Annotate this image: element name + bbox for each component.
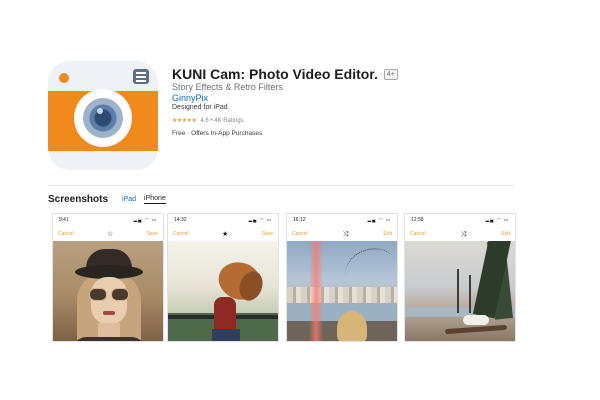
age-rating-badge: 4+ bbox=[383, 68, 398, 80]
app-icon bbox=[48, 61, 158, 170]
divider bbox=[48, 185, 514, 186]
save-button[interactable]: Save bbox=[147, 231, 158, 237]
status-icons: ▂▄ ◠ ▭ bbox=[133, 217, 157, 222]
screenshot-photo bbox=[168, 241, 278, 341]
rating-stars-icon: ★★★★★ bbox=[172, 118, 197, 124]
cancel-button[interactable]: Cancel bbox=[292, 231, 308, 237]
rating-row: ★★★★★ 4.6 • 4K Ratings bbox=[172, 117, 244, 125]
status-time: 12:58 bbox=[411, 217, 424, 223]
tab-ipad[interactable]: iPad bbox=[122, 196, 136, 204]
status-time: 14:32 bbox=[174, 217, 187, 223]
cancel-button[interactable]: Cancel bbox=[410, 231, 426, 237]
shuffle-icon[interactable]: ⤨ bbox=[343, 231, 349, 238]
shuffle-icon[interactable]: ⤨ bbox=[461, 231, 467, 238]
star-outline-icon[interactable]: ☆ bbox=[107, 231, 113, 238]
screenshot-3[interactable]: 16:12 ▂▄ ◠ ▭ Cancel ⤨ Edit bbox=[286, 213, 398, 342]
screenshot-photo bbox=[287, 241, 397, 341]
screenshots-header: Screenshots iPad iPhone bbox=[48, 194, 174, 205]
star-filled-icon[interactable]: ★ bbox=[222, 231, 228, 238]
status-icons: ▂▄ ◠ ▭ bbox=[248, 217, 272, 222]
status-icons: ▂▄ ◠ ▭ bbox=[485, 217, 509, 222]
rating-text: 4.6 • 4K Ratings bbox=[200, 117, 244, 124]
developer-link[interactable]: GinnyPix bbox=[172, 93, 208, 103]
edit-button[interactable]: Edit bbox=[383, 231, 392, 237]
screenshot-photo bbox=[53, 241, 163, 341]
price-label: Free · Offers In-App Purchases bbox=[172, 130, 263, 137]
screenshot-2[interactable]: 14:32 ▂▄ ◠ ▭ Cancel ★ Save bbox=[167, 213, 279, 342]
cancel-button[interactable]: Cancel bbox=[58, 231, 74, 237]
status-time: 16:12 bbox=[293, 217, 306, 223]
status-time: 9:41 bbox=[59, 217, 69, 223]
app-subtitle: Story Effects & Retro Filters bbox=[172, 82, 283, 92]
designed-for-label: Designed for iPad bbox=[172, 104, 228, 111]
status-icons: ▂▄ ◠ ▭ bbox=[367, 217, 391, 222]
flash-dot-icon bbox=[59, 73, 69, 83]
screenshots-title: Screenshots bbox=[48, 194, 109, 205]
cancel-button[interactable]: Cancel bbox=[173, 231, 189, 237]
screenshot-4[interactable]: 12:58 ▂▄ ◠ ▭ Cancel ⤨ Edit bbox=[404, 213, 516, 342]
menu-icon bbox=[133, 69, 149, 84]
app-title: KUNI Cam: Photo Video Editor. bbox=[172, 66, 378, 82]
tab-iphone[interactable]: iPhone bbox=[144, 195, 166, 204]
screenshot-photo bbox=[405, 241, 515, 341]
screenshot-1[interactable]: 9:41 ▂▄ ◠ ▭ Cancel ☆ Save bbox=[52, 213, 164, 342]
edit-button[interactable]: Edit bbox=[501, 231, 510, 237]
save-button[interactable]: Save bbox=[262, 231, 273, 237]
